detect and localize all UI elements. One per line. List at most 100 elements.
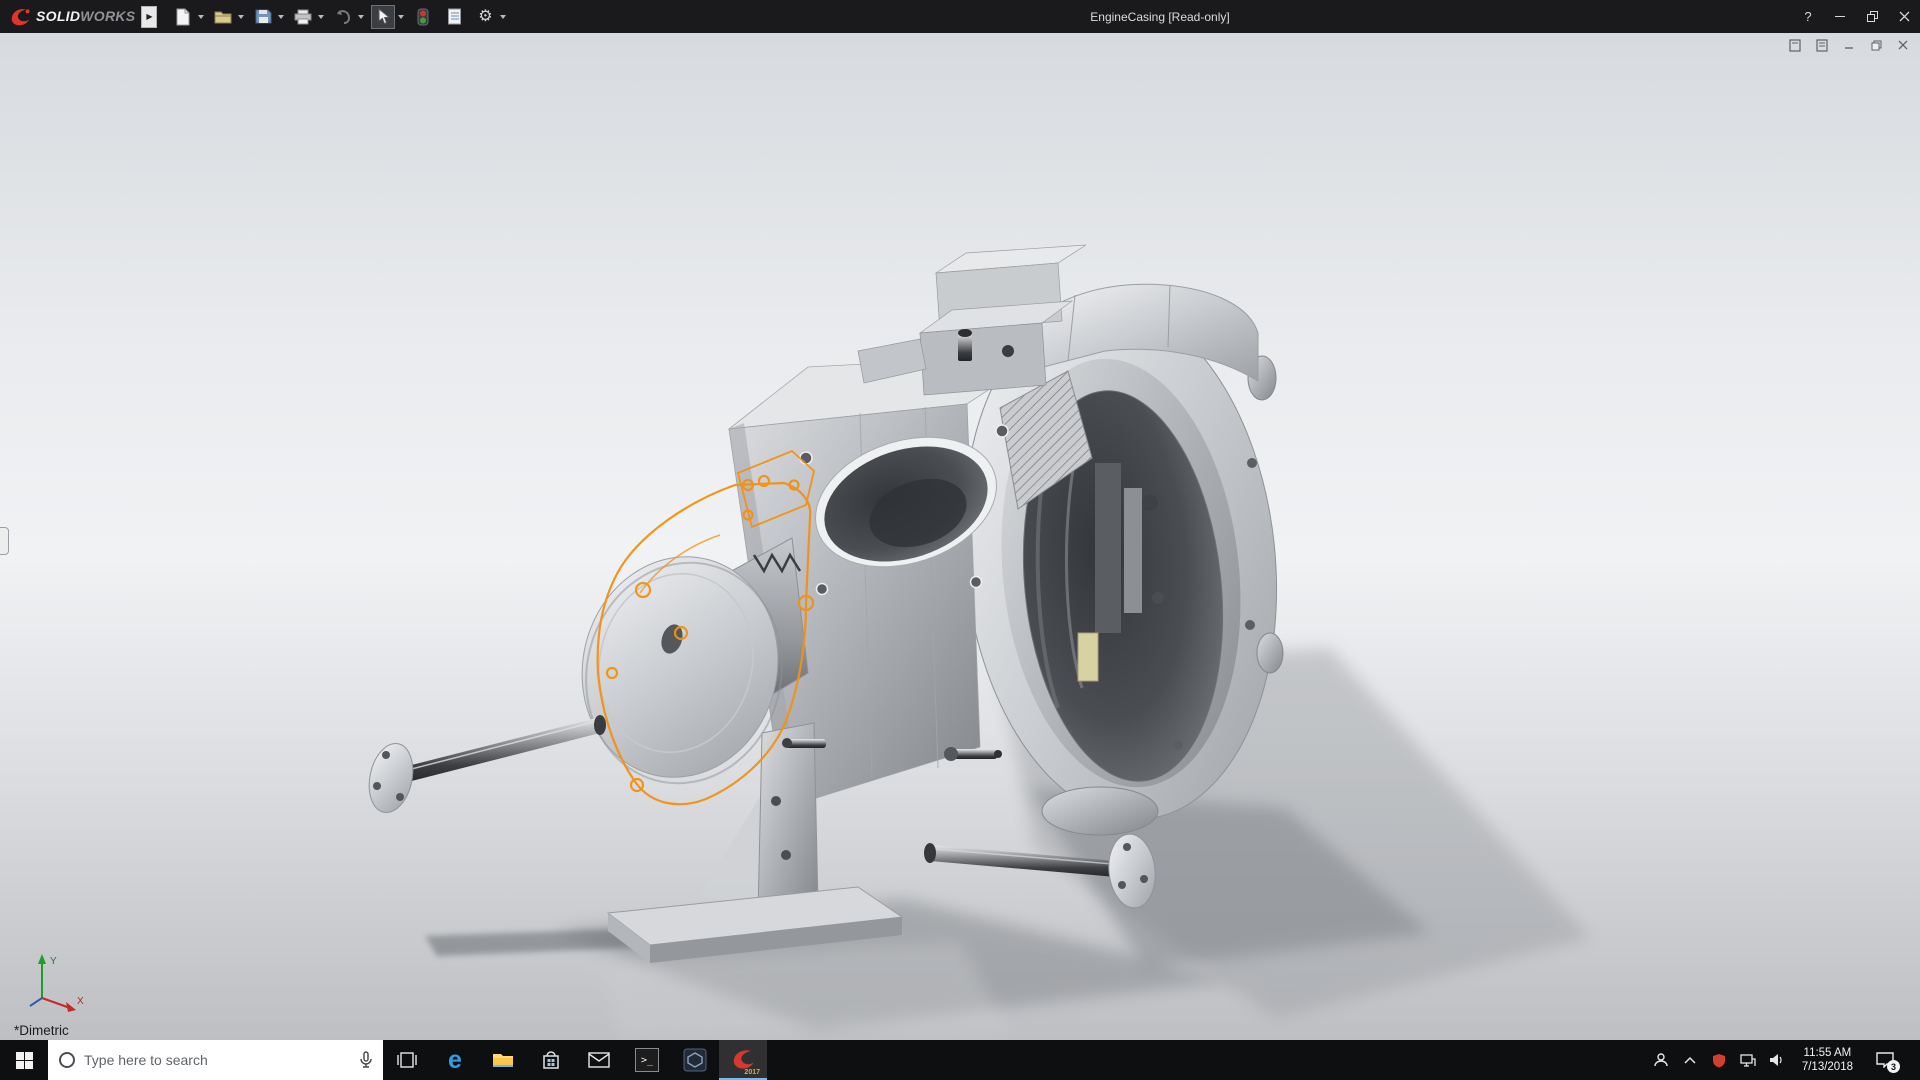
doc-window-button-1[interactable] [1786, 37, 1804, 53]
solidworks-brand: SOLIDWORKS [0, 6, 141, 28]
printer-icon [294, 9, 312, 24]
cube-app-icon [683, 1048, 707, 1072]
close-icon [1899, 11, 1909, 22]
action-center-button[interactable]: 3 [1868, 1040, 1902, 1080]
x-axis-label: X [77, 996, 84, 1007]
engine-casing-model[interactable] [0, 33, 1920, 1040]
close-button[interactable] [1888, 0, 1920, 33]
clock-date: 7/13/2018 [1801, 1061, 1853, 1073]
solidworks-year-label: 2017 [744, 1069, 760, 1076]
undo-dropdown-arrow[interactable] [358, 14, 365, 19]
document-page-icon [1789, 38, 1801, 52]
graphics-area[interactable]: Y X *Dimetric [0, 33, 1920, 1040]
menu-expand-button[interactable]: ▶ [141, 5, 158, 28]
task-view-icon [397, 1052, 417, 1068]
edge-button[interactable]: e [431, 1040, 479, 1080]
y-axis-arrow [38, 954, 46, 964]
restore-icon [1866, 11, 1878, 22]
print-dropdown-arrow[interactable] [318, 14, 325, 19]
options-button[interactable]: ⚙ [473, 5, 497, 29]
windows-taskbar: e >_ 2017 [0, 1040, 1920, 1080]
select-cursor-icon [378, 8, 390, 25]
chevron-up-icon [1684, 1056, 1696, 1064]
document-page-icon [1816, 38, 1828, 52]
clock-time: 11:55 AM [1803, 1047, 1852, 1059]
orientation-triad: Y X [29, 954, 84, 1012]
select-tool-button[interactable] [371, 4, 396, 29]
document-window-controls [1786, 37, 1912, 53]
notification-badge: 3 [1887, 1060, 1900, 1073]
mail-button[interactable] [575, 1040, 623, 1080]
z-axis-line [29, 997, 43, 1007]
windows-logo-icon [15, 1051, 33, 1069]
open-document-button[interactable] [211, 5, 235, 29]
microphone-icon[interactable] [359, 1051, 373, 1069]
dassault-logo-icon [11, 8, 30, 25]
save-dropdown-arrow[interactable] [278, 14, 285, 19]
store-button[interactable] [527, 1040, 575, 1080]
person-icon [1654, 1053, 1668, 1067]
rebuild-trafficlight-icon [417, 8, 429, 25]
brand-solid-text: SOLID [36, 7, 81, 24]
file-explorer-button[interactable] [479, 1040, 527, 1080]
hidden-icons-button[interactable] [1680, 1040, 1700, 1080]
dark-app-button[interactable] [671, 1040, 719, 1080]
doc-window-button-2[interactable] [1813, 37, 1831, 53]
command-prompt-button[interactable]: >_ [623, 1040, 671, 1080]
file-properties-button[interactable] [442, 5, 466, 29]
y-axis-label: Y [50, 956, 57, 967]
featuremanager-collapsed-tab[interactable] [0, 527, 9, 555]
new-document-button[interactable] [171, 5, 195, 29]
antivirus-tray-button[interactable] [1709, 1040, 1729, 1080]
store-bag-icon [543, 1051, 559, 1069]
restore-icon [1871, 40, 1881, 50]
minimize-icon [1835, 16, 1845, 17]
save-floppy-icon [255, 9, 272, 24]
save-button[interactable] [251, 5, 275, 29]
file-explorer-icon [493, 1054, 513, 1067]
doc-restore-button[interactable] [1867, 37, 1885, 53]
new-dropdown-arrow[interactable] [198, 14, 205, 19]
doc-close-button[interactable] [1894, 37, 1912, 53]
close-icon [1898, 40, 1908, 50]
x-axis-arrow [66, 1002, 76, 1012]
network-tray-button[interactable] [1738, 1040, 1758, 1080]
rebuild-button[interactable] [411, 5, 435, 29]
titlebar: SOLIDWORKS ▶ ⚙ EngineCasing [Read-only] … [0, 0, 1920, 33]
system-tray: 11:55 AM 7/13/2018 3 [1651, 1040, 1920, 1080]
help-button[interactable]: ? [1792, 0, 1824, 33]
minimize-button[interactable] [1824, 0, 1856, 33]
solidworks-app-button[interactable]: 2017 [719, 1040, 767, 1080]
document-title: EngineCasing [Read-only] [1090, 9, 1230, 24]
speaker-icon [1769, 1054, 1782, 1066]
search-input[interactable] [84, 1052, 351, 1068]
new-document-icon [176, 8, 190, 25]
taskbar-search[interactable] [48, 1040, 383, 1080]
options-dropdown-arrow[interactable] [500, 14, 507, 19]
volume-tray-button[interactable] [1767, 1040, 1787, 1080]
minimize-icon [1845, 47, 1853, 49]
brand-works-text: WORKS [80, 7, 136, 24]
command-prompt-icon: >_ [635, 1048, 659, 1072]
doc-minimize-button[interactable] [1840, 37, 1858, 53]
left-axle-rod [368, 715, 606, 814]
cortana-icon [59, 1052, 75, 1068]
task-view-button[interactable] [383, 1040, 431, 1080]
help-icon: ? [1804, 9, 1812, 24]
undo-button[interactable] [331, 5, 355, 29]
start-button[interactable] [0, 1040, 48, 1080]
view-orientation-label: *Dimetric [14, 1023, 69, 1038]
gear-icon: ⚙ [478, 7, 493, 25]
open-dropdown-arrow[interactable] [238, 14, 245, 19]
print-button[interactable] [291, 5, 315, 29]
network-icon [1740, 1054, 1756, 1067]
shield-icon [1712, 1053, 1725, 1067]
people-button[interactable] [1651, 1040, 1671, 1080]
menu-expand-icon: ▶ [146, 12, 153, 21]
select-dropdown-arrow[interactable] [398, 14, 405, 19]
restore-button[interactable] [1856, 0, 1888, 33]
window-controls: ? [1792, 0, 1920, 33]
taskbar-clock[interactable]: 11:55 AM 7/13/2018 [1796, 1046, 1859, 1074]
mail-envelope-icon [588, 1052, 610, 1068]
quick-access-toolbar: ⚙ [171, 4, 507, 29]
